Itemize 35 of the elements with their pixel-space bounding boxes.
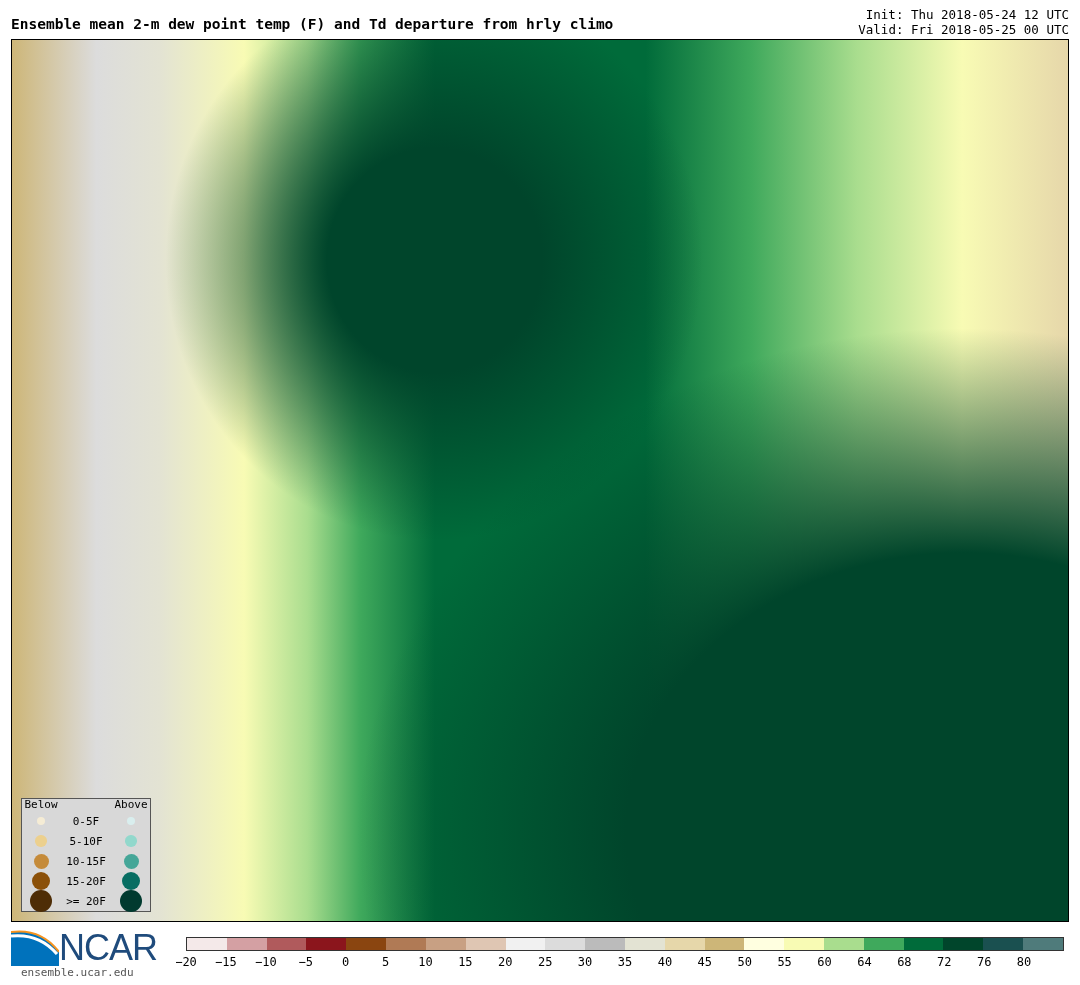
- tick-label: 20: [498, 955, 513, 969]
- legend-label: 0-5F: [72, 814, 100, 828]
- legend-label: 15-20F: [66, 874, 106, 888]
- tick-label: 64: [857, 955, 872, 969]
- website-url[interactable]: ensemble.ucar.edu: [11, 966, 157, 979]
- tick-label: 80: [1016, 955, 1032, 969]
- swoosh-logo-icon: [11, 928, 59, 966]
- tick-label: 5: [381, 955, 390, 969]
- tick-label: 76: [976, 955, 992, 969]
- tick-label: 72: [937, 955, 952, 969]
- logo-text: NCAR: [59, 930, 157, 966]
- chart-title: Ensemble mean 2-m dew point temp (F) and Td departure from hrly climo: [11, 16, 614, 34]
- tick-label: 68: [897, 955, 912, 969]
- tick-label: −15: [215, 955, 237, 969]
- tick-label: 55: [777, 955, 792, 969]
- tick-label: 60: [817, 955, 832, 969]
- tick-label: 15: [458, 955, 473, 969]
- tick-label: 25: [537, 955, 553, 969]
- tick-label: −5: [298, 955, 313, 969]
- legend-label: 10-15F: [66, 854, 106, 868]
- legend-label: >= 20F: [66, 894, 106, 908]
- legend-header: Above: [114, 799, 148, 811]
- tick-label: 30: [577, 955, 593, 969]
- tick-label: 10: [418, 955, 433, 969]
- legend-label: 5-10F: [69, 834, 103, 848]
- legend-header: Below: [24, 799, 58, 811]
- tick-label: 40: [657, 955, 673, 969]
- tick-label: 45: [697, 955, 713, 969]
- valid-time: Valid: Fri 2018-05-25 00 UTC: [858, 22, 1069, 37]
- tick-label: 0: [342, 955, 350, 969]
- tick-label: −20: [175, 955, 197, 969]
- tick-label: 35: [617, 955, 633, 969]
- tick-label: −10: [254, 955, 277, 969]
- tick-label: 50: [737, 955, 752, 969]
- init-time: Init: Thu 2018-05-24 12 UTC: [864, 7, 1069, 22]
